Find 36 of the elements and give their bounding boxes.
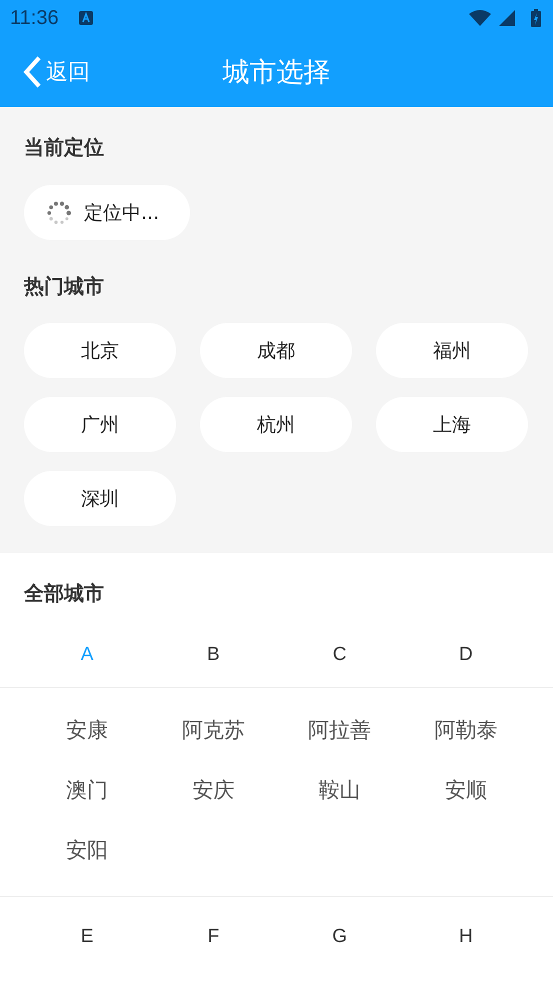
city-chip[interactable]: 上海 [376,397,528,452]
battery-icon [531,9,541,27]
page-title: 城市选择 [222,56,330,90]
city-chip[interactable]: 福州 [376,323,528,378]
location-status: 定位中... [84,200,160,226]
city-item[interactable]: 安庆 [192,776,234,804]
location-chip[interactable]: 定位中... [24,185,190,240]
city-chip[interactable]: 杭州 [200,397,352,452]
section-title: 全部城市 [22,580,105,607]
wifi-icon [469,10,491,26]
city-item[interactable]: 阿克苏 [182,716,245,744]
letter-tab[interactable]: F [200,922,228,952]
letter-tab[interactable]: D [451,640,481,670]
city-item[interactable]: 澳门 [66,776,108,804]
signal-icon [499,10,515,26]
loading-icon [46,200,72,226]
letter-tab[interactable]: H [451,922,481,952]
city-chip[interactable]: 成都 [200,323,352,378]
city-chip[interactable]: 北京 [24,323,176,378]
city-item[interactable]: 鞍山 [318,776,361,804]
letter-tab[interactable]: G [324,922,356,952]
city-chip[interactable]: 深圳 [24,471,176,526]
letter-tab[interactable]: C [324,640,354,670]
city-chip[interactable]: 广州 [24,397,176,452]
back-icon [22,54,42,88]
notification-icon [78,11,93,25]
letter-tab[interactable]: E [72,922,102,952]
city-item[interactable]: 安顺 [444,776,487,804]
city-item[interactable]: 阿勒泰 [434,716,498,744]
city-item[interactable]: 安康 [66,716,108,744]
city-item[interactable]: 阿拉善 [308,716,372,744]
status-time: 11:36 [10,6,59,30]
city-item[interactable]: 安阳 [66,836,108,864]
section-title: 热门城市 [24,273,105,300]
section-title: 当前定位 [24,134,105,161]
letter-tab[interactable]: B [199,640,228,670]
